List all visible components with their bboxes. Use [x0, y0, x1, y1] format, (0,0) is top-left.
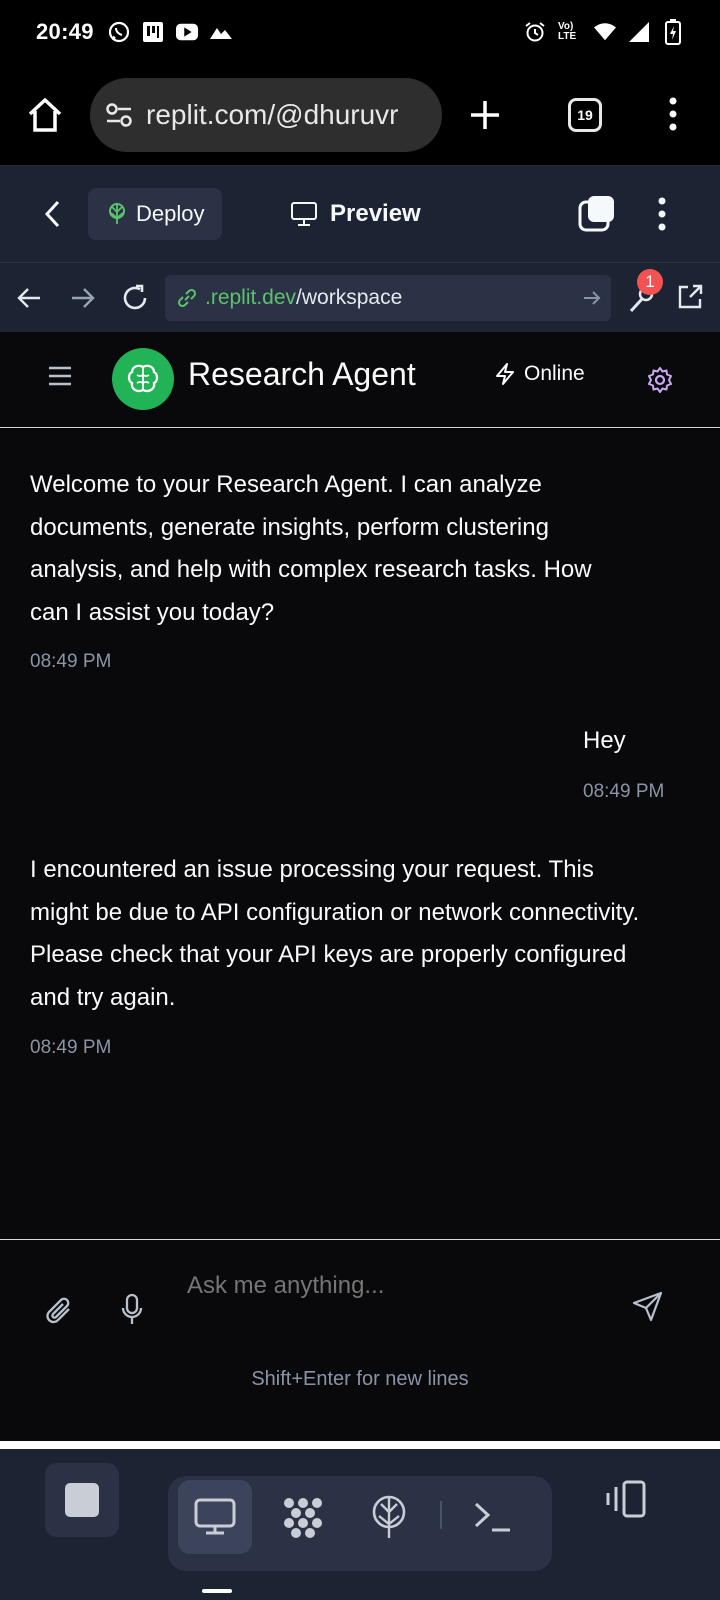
- nav-forward-icon[interactable]: [70, 285, 96, 311]
- chat-messages: Welcome to your Research Agent. I can an…: [0, 429, 720, 1239]
- app-title: Research Agent: [188, 356, 416, 392]
- send-icon[interactable]: [632, 1290, 664, 1322]
- newline-hint: Shift+Enter for new lines: [251, 1368, 469, 1390]
- online-status: Online: [494, 362, 585, 386]
- agent-dots-icon: [281, 1495, 325, 1539]
- preview-url-field[interactable]: .replit.dev/workspace: [165, 275, 611, 321]
- stop-button[interactable]: [45, 1463, 119, 1537]
- url-host: .replit.dev: [205, 286, 297, 309]
- panels-toggle-icon[interactable]: [604, 1479, 648, 1519]
- divider-strip: [0, 1441, 720, 1449]
- more-vert-icon[interactable]: [658, 94, 688, 134]
- address-bar[interactable]: replit.com/@dhuruvr: [90, 77, 442, 152]
- url-path: /workspace: [296, 286, 403, 309]
- tool-agent[interactable]: [266, 1480, 340, 1554]
- wifi-icon: [594, 21, 616, 43]
- message-time: 08:49 PM: [30, 651, 112, 672]
- go-arrow-icon[interactable]: [583, 289, 601, 307]
- toolbar-divider: [440, 1501, 442, 1529]
- app-notification-icon: [142, 21, 164, 43]
- app-header: Research Agent Online: [0, 332, 720, 428]
- tab-count: 19: [577, 107, 593, 123]
- network-label: Vo) LTE: [558, 21, 577, 42]
- replit-header: Deploy Preview: [0, 166, 720, 262]
- deploy-icon: [106, 202, 128, 226]
- monitor-icon: [194, 1498, 236, 1536]
- youtube-icon: [175, 21, 198, 43]
- paperclip-icon[interactable]: [44, 1295, 74, 1327]
- preview-navigation-bar: .replit.dev/workspace 1: [0, 262, 720, 332]
- message-time: 08:49 PM: [583, 781, 665, 802]
- user-message: Hey: [583, 727, 626, 754]
- link-icon: [175, 286, 199, 310]
- message-composer: Shift+Enter for new lines: [0, 1239, 720, 1441]
- signal-icon: [628, 21, 650, 43]
- preview-label: Preview: [330, 200, 421, 227]
- message-input[interactable]: [187, 1272, 607, 1300]
- hamburger-menu-icon[interactable]: [48, 366, 72, 386]
- message-time: 08:49 PM: [30, 1037, 112, 1058]
- replit-bottom-toolbar: [0, 1449, 720, 1600]
- tool-switcher: [168, 1476, 552, 1571]
- preview-tab[interactable]: Preview: [290, 200, 421, 228]
- tool-shell[interactable]: [456, 1480, 530, 1554]
- open-external-icon[interactable]: [676, 283, 704, 311]
- reload-icon[interactable]: [120, 283, 150, 313]
- gesture-home-indicator: [202, 1589, 232, 1593]
- monitor-icon: [290, 201, 318, 227]
- online-label: Online: [524, 362, 585, 385]
- home-icon[interactable]: [22, 92, 68, 138]
- site-settings-icon[interactable]: [104, 100, 134, 130]
- terminal-icon: [473, 1500, 513, 1534]
- nav-back-icon[interactable]: [16, 285, 42, 311]
- deploy-button[interactable]: Deploy: [88, 188, 223, 240]
- more-vert-icon[interactable]: [652, 196, 672, 232]
- deploy-globe-icon: [369, 1494, 409, 1540]
- stop-icon: [65, 1483, 99, 1517]
- assistant-message: Welcome to your Research Agent. I can an…: [30, 471, 592, 626]
- deploy-label: Deploy: [136, 201, 205, 226]
- assistant-message: I encountered an issue processing your r…: [30, 856, 640, 1011]
- brain-logo: [112, 348, 174, 410]
- alarm-icon: [524, 21, 546, 43]
- brain-icon: [126, 362, 160, 396]
- badge-count: 1: [645, 272, 655, 291]
- address-text: replit.com/@dhuruvr: [146, 98, 399, 130]
- settings-gear-icon[interactable]: [646, 366, 674, 394]
- whatsapp-icon: [108, 21, 130, 43]
- notification-badge: 1: [637, 269, 663, 295]
- new-tab-icon[interactable]: [462, 92, 508, 138]
- status-bar: 20:49 Vo) LTE: [0, 0, 720, 64]
- back-chevron-icon[interactable]: [40, 194, 64, 234]
- tab-switcher-button[interactable]: 19: [568, 98, 602, 132]
- status-time: 20:49: [36, 19, 94, 44]
- microphone-icon[interactable]: [120, 1293, 144, 1327]
- mountain-icon: [209, 21, 232, 43]
- tool-deployments[interactable]: [352, 1480, 426, 1554]
- browser-toolbar: replit.com/@dhuruvr 19: [0, 64, 720, 166]
- lightning-icon: [494, 362, 516, 386]
- tool-preview[interactable]: [178, 1480, 252, 1554]
- volte-icon: Vo) LTE: [558, 21, 582, 43]
- battery-icon: [662, 19, 684, 45]
- tabs-overview-icon[interactable]: [578, 194, 616, 232]
